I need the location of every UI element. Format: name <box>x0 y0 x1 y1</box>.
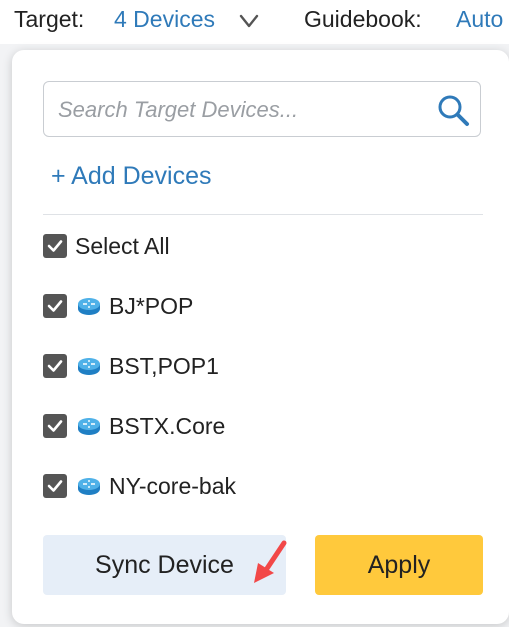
device-name: BJ*POP <box>109 292 194 319</box>
select-all-row[interactable]: Select All <box>43 231 170 261</box>
device-row[interactable]: BST,POP1 <box>43 351 219 381</box>
guidebook-dropdown[interactable]: Auto <box>456 6 503 33</box>
select-all-checkbox[interactable] <box>43 234 67 258</box>
device-name: BSTX.Core <box>109 412 226 439</box>
search-icon[interactable] <box>436 93 470 127</box>
device-name: NY-core-bak <box>109 472 236 499</box>
device-name: BST,POP1 <box>109 352 219 379</box>
chevron-down-icon[interactable] <box>238 10 260 32</box>
device-checkbox[interactable] <box>43 294 67 318</box>
top-toolbar: Target: 4 Devices Guidebook: Auto <box>0 0 509 44</box>
search-box <box>43 81 481 137</box>
device-row[interactable]: BSTX.Core <box>43 411 225 441</box>
sync-device-button[interactable]: Sync Device <box>43 535 286 595</box>
target-label: Target: <box>14 6 85 32</box>
device-row[interactable]: NY-core-bak <box>43 471 236 501</box>
router-icon <box>78 298 100 315</box>
add-devices-link[interactable]: + Add Devices <box>51 162 212 191</box>
search-input[interactable] <box>56 92 430 128</box>
apply-button[interactable]: Apply <box>315 535 483 595</box>
router-icon <box>78 418 100 435</box>
device-row[interactable]: BJ*POP <box>43 291 193 321</box>
device-checkbox[interactable] <box>43 474 67 498</box>
router-icon <box>78 358 100 375</box>
router-icon <box>78 478 100 495</box>
divider <box>43 214 483 215</box>
target-devices-dropdown[interactable]: 4 Devices <box>114 6 215 33</box>
target-devices-popover: + Add Devices Select All BJ*POP BST,POP <box>12 50 509 624</box>
guidebook-label: Guidebook: <box>304 6 422 32</box>
select-all-label: Select All <box>75 232 170 259</box>
device-checkbox[interactable] <box>43 414 67 438</box>
device-checkbox[interactable] <box>43 354 67 378</box>
